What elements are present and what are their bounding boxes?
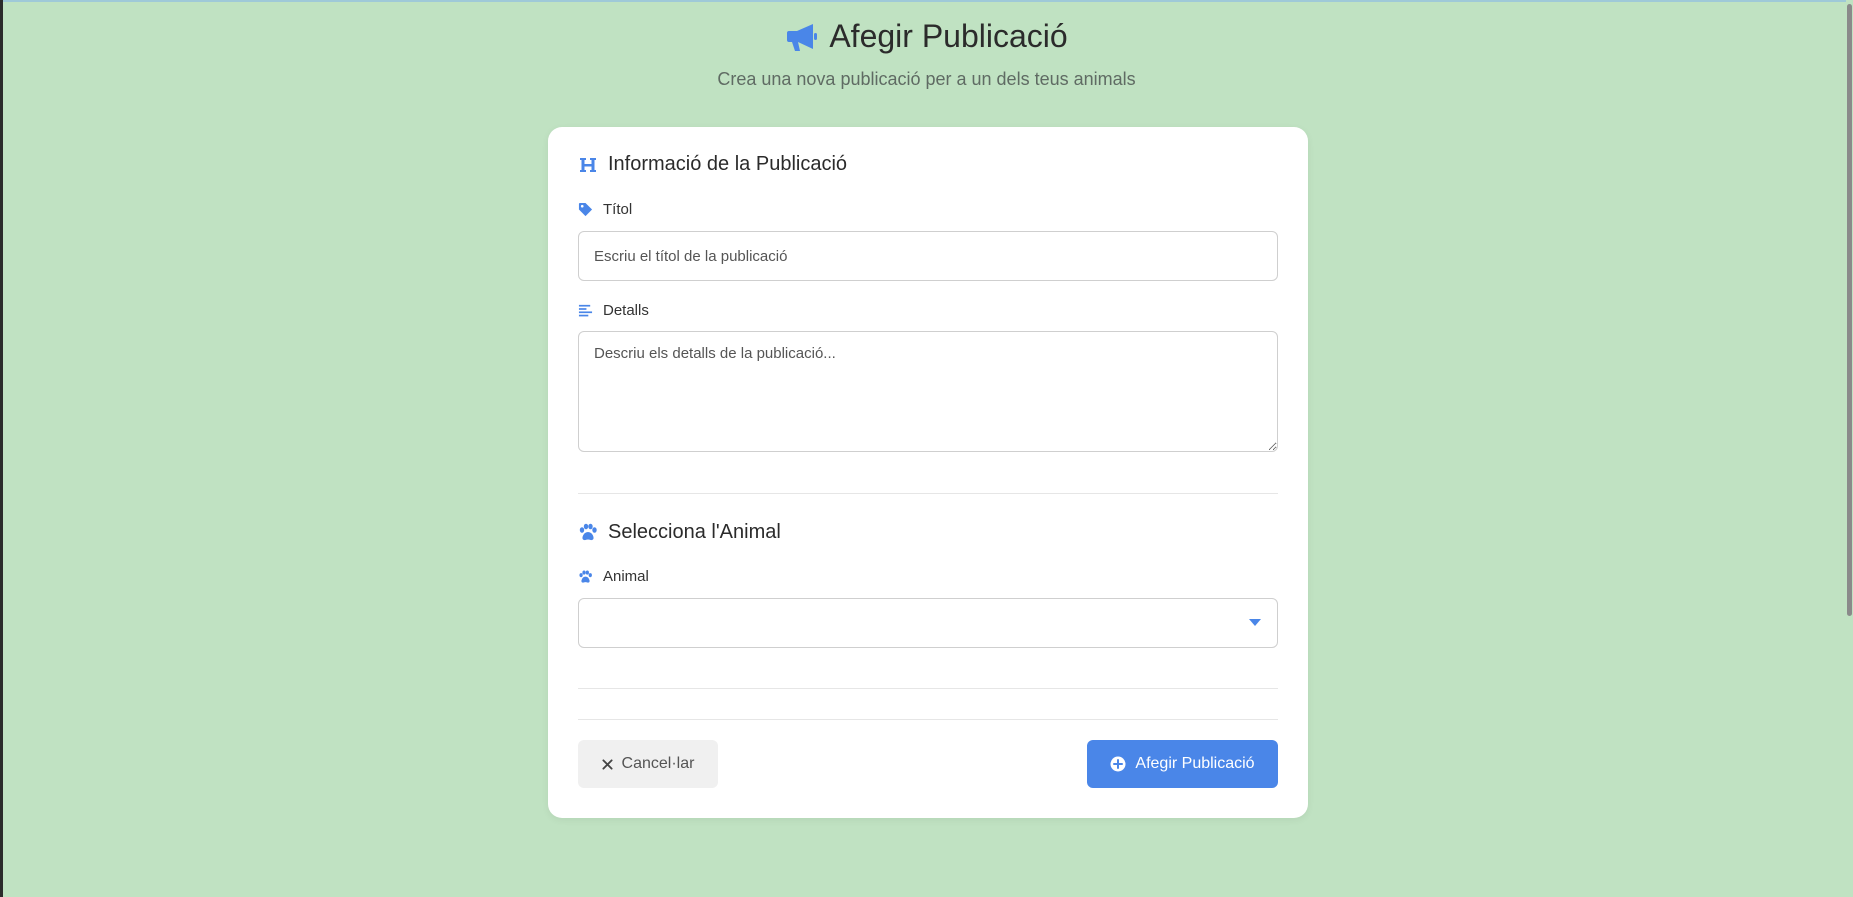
page-title: Afegir Publicació bbox=[829, 18, 1068, 54]
animal-section-title: Selecciona l'Animal bbox=[608, 521, 781, 543]
paw-icon bbox=[578, 523, 598, 542]
title-input[interactable] bbox=[578, 231, 1278, 281]
section-divider bbox=[578, 688, 1278, 689]
cancel-button[interactable]: Cancel·lar bbox=[578, 740, 718, 788]
info-section-title: Informació de la Publicació bbox=[608, 153, 848, 175]
details-textarea[interactable] bbox=[578, 331, 1278, 452]
info-section-heading: Informació de la Publicació bbox=[578, 153, 1278, 176]
add-publication-button[interactable]: Afegir Publicació bbox=[1087, 740, 1278, 788]
close-icon bbox=[601, 758, 613, 770]
section-divider bbox=[578, 493, 1278, 494]
page-subtitle: Crea una nova publicació per a un dels t… bbox=[717, 69, 1136, 89]
plus-circle-icon bbox=[1110, 756, 1126, 772]
megaphone-icon bbox=[785, 21, 819, 53]
animal-section-heading: Selecciona l'Animal bbox=[578, 521, 1278, 544]
actions-divider bbox=[578, 719, 1278, 720]
paw-icon bbox=[578, 570, 593, 584]
animal-select-wrapper bbox=[578, 598, 1278, 648]
title-field-wrapper bbox=[578, 231, 1278, 281]
publication-form-card: Informació de la Publicació Títol Detall… bbox=[548, 127, 1308, 818]
details-field-label: Detalls bbox=[578, 302, 1278, 319]
vertical-scrollbar[interactable] bbox=[1846, 0, 1853, 897]
caret-down-icon bbox=[1249, 619, 1261, 627]
title-row: Afegir Publicació bbox=[0, 18, 1853, 55]
page-header: Afegir Publicació Crea una nova publicac… bbox=[0, 18, 1853, 90]
tag-icon bbox=[578, 202, 593, 217]
details-field-wrapper bbox=[578, 331, 1278, 457]
heading-icon bbox=[578, 155, 598, 175]
title-field-label: Títol bbox=[578, 201, 1278, 218]
window-left-border bbox=[0, 0, 3, 897]
window-top-border bbox=[0, 0, 1853, 2]
animal-select[interactable] bbox=[578, 598, 1278, 648]
animal-field-label: Animal bbox=[578, 568, 1278, 585]
align-left-icon bbox=[578, 303, 593, 318]
scrollbar-thumb[interactable] bbox=[1847, 4, 1852, 616]
